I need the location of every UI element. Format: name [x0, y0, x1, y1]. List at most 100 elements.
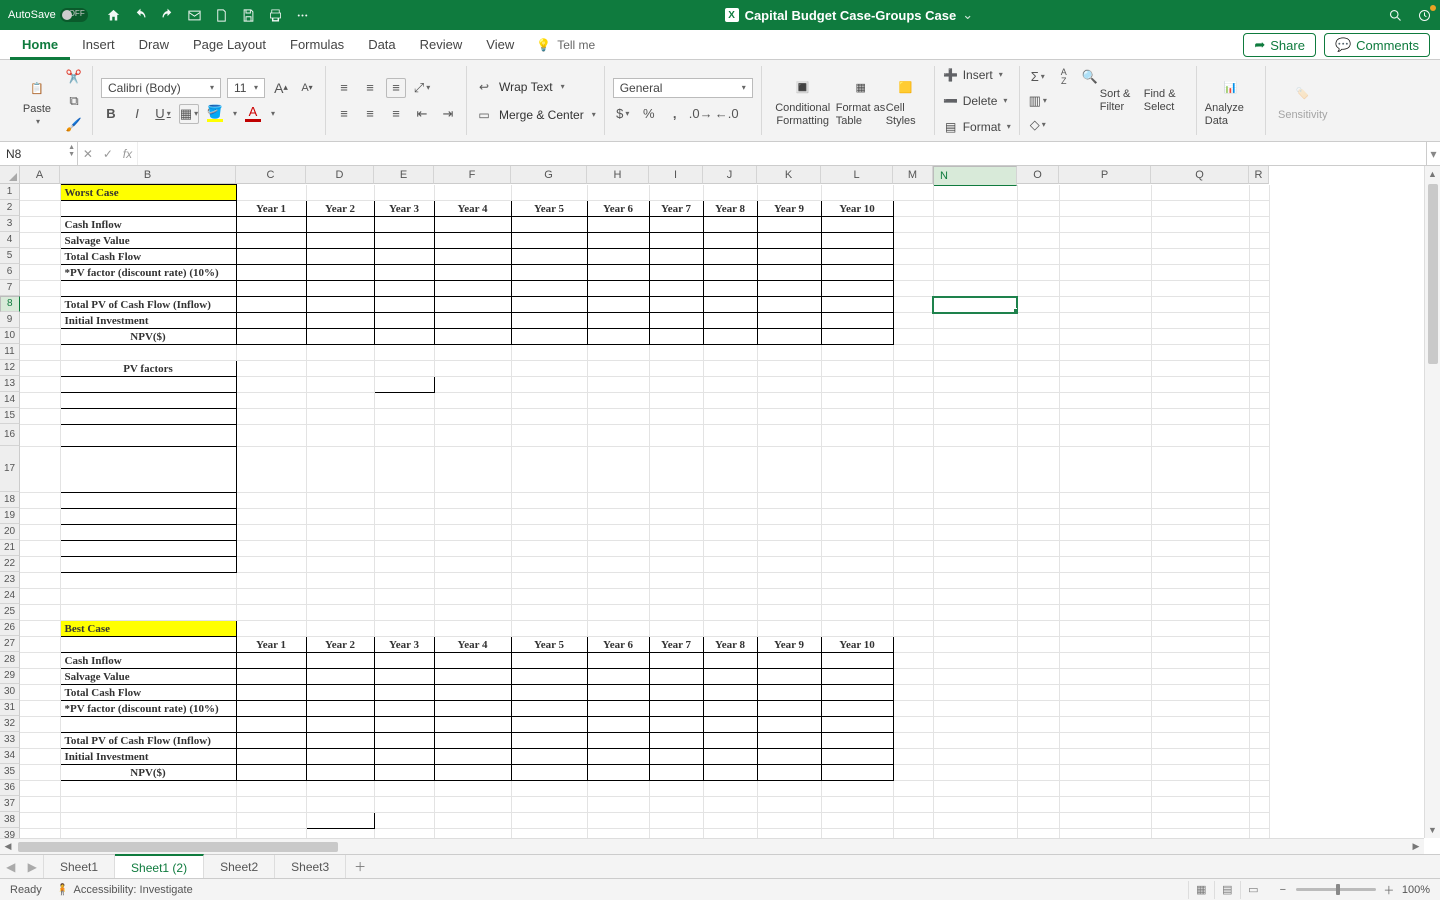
cell-Q7[interactable] [1151, 281, 1249, 297]
cell-K33[interactable] [757, 733, 821, 749]
cell-H25[interactable] [587, 605, 649, 621]
cell-B15[interactable] [60, 409, 236, 425]
cell-I22[interactable] [649, 557, 703, 573]
cell-P28[interactable] [1059, 653, 1151, 669]
cell-R19[interactable] [1249, 509, 1269, 525]
cell-M12[interactable] [893, 361, 933, 377]
cell-H10[interactable] [587, 329, 649, 345]
cell-N7[interactable] [933, 281, 1017, 297]
cell-E33[interactable] [374, 733, 434, 749]
cell-C8[interactable] [236, 297, 306, 313]
cell-R7[interactable] [1249, 281, 1269, 297]
cell-K27[interactable]: Year 9 [757, 637, 821, 653]
cell-I9[interactable] [649, 313, 703, 329]
cell-D8[interactable] [306, 297, 374, 313]
cell-D1[interactable] [306, 185, 374, 201]
namebox-down-icon[interactable]: ▼ [68, 151, 75, 158]
cell-H4[interactable] [587, 233, 649, 249]
cell-E31[interactable] [374, 701, 434, 717]
cell-M2[interactable] [893, 201, 933, 217]
cell-Q10[interactable] [1151, 329, 1249, 345]
cell-B22[interactable] [60, 557, 236, 573]
cell-styles-button[interactable]: 🟨 Cell Styles [886, 74, 926, 126]
decrease-font-button[interactable]: A▾ [297, 78, 317, 98]
cell-B37[interactable] [60, 797, 236, 813]
cell-D35[interactable] [306, 765, 374, 781]
cell-D12[interactable] [306, 361, 374, 377]
cell-O9[interactable] [1017, 313, 1059, 329]
cell-R30[interactable] [1249, 685, 1269, 701]
cell-G15[interactable] [511, 409, 587, 425]
cell-K26[interactable] [757, 621, 821, 637]
sheet-tab-sheet1[interactable]: Sheet1 [44, 855, 115, 878]
cell-F23[interactable] [434, 573, 511, 589]
enter-formula-icon[interactable]: ✓ [103, 147, 113, 161]
cell-H12[interactable] [587, 361, 649, 377]
cell-P33[interactable] [1059, 733, 1151, 749]
cell-H35[interactable] [587, 765, 649, 781]
cell-I30[interactable] [649, 685, 703, 701]
cell-D31[interactable] [306, 701, 374, 717]
cell-C21[interactable] [236, 541, 306, 557]
cell-N24[interactable] [933, 589, 1017, 605]
cell-R35[interactable] [1249, 765, 1269, 781]
column-header-G[interactable]: G [511, 166, 587, 184]
view-normal-button[interactable]: ▦ [1188, 881, 1214, 899]
cell-J8[interactable] [703, 297, 757, 313]
cell-D16[interactable] [306, 425, 374, 447]
cell-G36[interactable] [511, 781, 587, 797]
cell-D34[interactable] [306, 749, 374, 765]
cell-O34[interactable] [1017, 749, 1059, 765]
cell-B13[interactable] [60, 377, 236, 393]
cell-A15[interactable] [20, 409, 60, 425]
row-header-30[interactable]: 30 [0, 684, 20, 700]
italic-button[interactable]: I [127, 104, 147, 124]
cell-E19[interactable] [374, 509, 434, 525]
cell-G33[interactable] [511, 733, 587, 749]
cell-E26[interactable] [374, 621, 434, 637]
cell-B20[interactable] [60, 525, 236, 541]
cell-C27[interactable]: Year 1 [236, 637, 306, 653]
cell-A34[interactable] [20, 749, 60, 765]
cell-G27[interactable]: Year 5 [511, 637, 587, 653]
cell-D37[interactable] [306, 797, 374, 813]
cell-G34[interactable] [511, 749, 587, 765]
cell-I31[interactable] [649, 701, 703, 717]
cell-L3[interactable] [821, 217, 893, 233]
cell-M21[interactable] [893, 541, 933, 557]
format-as-table-button[interactable]: ▦ Format as Table [836, 74, 886, 126]
cell-G32[interactable] [511, 717, 587, 733]
cell-O6[interactable] [1017, 265, 1059, 281]
cell-A33[interactable] [20, 733, 60, 749]
format-button[interactable]: ▤Format▾ [943, 116, 1011, 138]
column-header-P[interactable]: P [1059, 166, 1151, 184]
cell-E9[interactable] [374, 313, 434, 329]
column-header-A[interactable]: A [20, 166, 60, 184]
cell-B18[interactable] [60, 493, 236, 509]
cell-N21[interactable] [933, 541, 1017, 557]
cell-P34[interactable] [1059, 749, 1151, 765]
cell-R2[interactable] [1249, 201, 1269, 217]
cell-P11[interactable] [1059, 345, 1151, 361]
cell-B23[interactable] [60, 573, 236, 589]
cell-Q2[interactable] [1151, 201, 1249, 217]
cell-G35[interactable] [511, 765, 587, 781]
cell-C15[interactable] [236, 409, 306, 425]
cell-J27[interactable]: Year 8 [703, 637, 757, 653]
cell-N8[interactable] [933, 297, 1017, 313]
cell-O26[interactable] [1017, 621, 1059, 637]
cell-P6[interactable] [1059, 265, 1151, 281]
cell-R4[interactable] [1249, 233, 1269, 249]
copy-button[interactable]: ⧉ [64, 91, 84, 111]
cell-J34[interactable] [703, 749, 757, 765]
cell-N34[interactable] [933, 749, 1017, 765]
cell-F34[interactable] [434, 749, 511, 765]
cell-K1[interactable] [757, 185, 821, 201]
cell-Q28[interactable] [1151, 653, 1249, 669]
align-top-button[interactable]: ≡ [334, 78, 354, 98]
cell-G9[interactable] [511, 313, 587, 329]
find-select-button[interactable]: Find & Select [1144, 88, 1188, 112]
cell-Q35[interactable] [1151, 765, 1249, 781]
cell-L26[interactable] [821, 621, 893, 637]
cell-P21[interactable] [1059, 541, 1151, 557]
